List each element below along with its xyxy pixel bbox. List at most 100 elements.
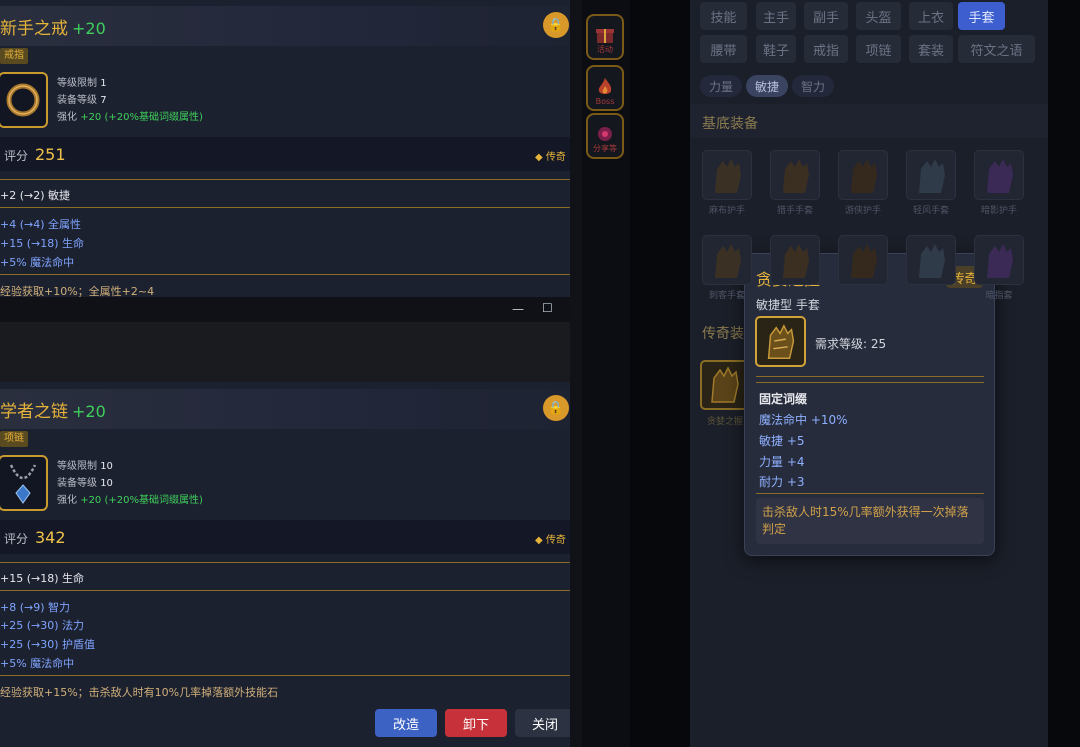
slot-tab[interactable]: 头盔 bbox=[856, 2, 901, 30]
item1-equip-level: 装备等级 7 bbox=[57, 95, 107, 106]
base-section-title: 基底装备 bbox=[702, 116, 758, 132]
item2-type-tag: 项链 bbox=[0, 431, 28, 447]
base-gear-slot[interactable] bbox=[702, 235, 752, 285]
attr-tab-int[interactable]: 智力 bbox=[792, 75, 834, 97]
gauntlet-icon bbox=[767, 323, 794, 359]
legend-item-slot[interactable] bbox=[700, 360, 750, 410]
rail-share-button[interactable]: 分享等 bbox=[586, 113, 624, 159]
tooltip-affix: 耐力 +3 bbox=[759, 475, 805, 489]
item2-score-bar bbox=[0, 520, 570, 554]
rail-label: 分享等 bbox=[593, 144, 617, 153]
item2-affix: +25 (→30) 护盾值 bbox=[0, 638, 96, 651]
glove-icon bbox=[715, 159, 741, 193]
item1-score-label: 评分 bbox=[4, 149, 29, 163]
slot-tab[interactable]: 副手 bbox=[804, 2, 848, 30]
gift-icon bbox=[596, 29, 614, 43]
necklace-icon bbox=[9, 464, 37, 504]
glove-icon bbox=[987, 244, 1013, 278]
slot-tab[interactable]: 腰带 bbox=[700, 35, 747, 63]
divider bbox=[0, 207, 570, 208]
slot-tab[interactable]: 套装 bbox=[909, 35, 953, 63]
item1-plus: +20 bbox=[72, 19, 106, 38]
item2-score: 342 bbox=[35, 528, 66, 547]
divider bbox=[756, 382, 984, 383]
item1-title: 新手之戒 +20 bbox=[0, 14, 106, 39]
tooltip-item-icon bbox=[755, 316, 806, 367]
base-gear-slot[interactable] bbox=[838, 235, 888, 285]
base-gear-slot[interactable] bbox=[702, 150, 752, 200]
item2-rarity: ◆ 传奇 bbox=[535, 535, 566, 546]
glove-icon bbox=[919, 159, 945, 193]
base-gear-slot[interactable] bbox=[906, 235, 956, 285]
glove-icon bbox=[851, 244, 877, 278]
glove-icon bbox=[851, 159, 877, 193]
item1-icon[interactable] bbox=[0, 72, 48, 128]
item2-main-affix: +15 (→18) 生命 bbox=[0, 572, 85, 585]
base-gear-slot[interactable] bbox=[838, 150, 888, 200]
item1-affix: +5% 魔法命中 bbox=[0, 256, 75, 269]
divider bbox=[0, 590, 570, 591]
item2-icon[interactable] bbox=[0, 455, 48, 511]
base-gear-slot[interactable] bbox=[974, 235, 1024, 285]
base-gear-slot[interactable] bbox=[770, 235, 820, 285]
slot-tab[interactable]: 项链 bbox=[856, 35, 901, 63]
maximize-button[interactable]: ☐ bbox=[542, 301, 553, 315]
glove-icon bbox=[919, 244, 945, 278]
item2-special: 经验获取+15%；击杀敌人时有10%几率掉落额外技能石 bbox=[0, 686, 279, 699]
fire-icon bbox=[598, 78, 612, 94]
base-gear-slot[interactable] bbox=[770, 150, 820, 200]
item2-level-req: 等级限制 10 bbox=[57, 461, 113, 472]
base-gear-label: 暗影护手 bbox=[980, 206, 1017, 216]
slot-tab[interactable]: 符文之语 bbox=[958, 35, 1035, 63]
slot-tab[interactable]: 鞋子 bbox=[756, 35, 796, 63]
item2-title: 学者之链 +20 bbox=[0, 397, 106, 422]
slot-tab[interactable]: 戒指 bbox=[804, 35, 848, 63]
base-gear-label: 轻风手套 bbox=[912, 206, 949, 216]
panel-separator bbox=[570, 0, 582, 747]
close-button[interactable]: 关闭 bbox=[515, 709, 570, 737]
base-gear-label: 麻布护手 bbox=[708, 206, 745, 216]
attr-tab-str[interactable]: 力量 bbox=[700, 75, 742, 97]
tooltip-subtype: 敏捷型 手套 bbox=[756, 298, 820, 312]
lock-icon[interactable]: 🔒 bbox=[543, 395, 569, 421]
base-gear-label: 猎手手套 bbox=[776, 206, 813, 216]
item2-plus: +20 bbox=[72, 402, 106, 421]
rail-label: Boss bbox=[595, 97, 615, 106]
base-gear-label: 暗指套 bbox=[985, 291, 1013, 301]
glove-icon bbox=[987, 159, 1013, 193]
tooltip-affix: 力量 +4 bbox=[759, 455, 805, 469]
reforge-button[interactable]: 改造 bbox=[375, 709, 437, 737]
item2-affix: +8 (→9) 智力 bbox=[0, 601, 71, 614]
divider bbox=[756, 376, 984, 377]
item1-rarity: ◆ 传奇 bbox=[535, 152, 566, 163]
divider bbox=[0, 179, 570, 180]
unequip-button[interactable]: 卸下 bbox=[445, 709, 507, 737]
base-gear-slot[interactable] bbox=[974, 150, 1024, 200]
item1-affix: +15 (→18) 生命 bbox=[0, 237, 85, 250]
gauntlet-icon bbox=[711, 366, 739, 403]
orb-icon bbox=[598, 127, 612, 141]
slot-tab[interactable]: 上衣 bbox=[909, 2, 953, 30]
base-gear-label: 游侠护手 bbox=[844, 206, 881, 216]
base-gear-slot[interactable] bbox=[906, 150, 956, 200]
glove-icon bbox=[715, 244, 741, 278]
attr-tab-dex[interactable]: 敏捷 bbox=[746, 75, 788, 97]
item2-affix: +25 (→30) 法力 bbox=[0, 619, 85, 632]
tooltip-affix: 魔法命中 +10% bbox=[759, 413, 848, 427]
item2-equip-level: 装备等级 10 bbox=[57, 478, 113, 489]
divider bbox=[756, 493, 984, 494]
rail-event-button[interactable]: 活动 bbox=[586, 14, 624, 60]
slot-tab[interactable]: 主手 bbox=[756, 2, 796, 30]
rail-label: 活动 bbox=[597, 45, 613, 54]
slot-tab[interactable]: 技能 bbox=[700, 2, 747, 30]
lock-icon[interactable]: 🔒 bbox=[543, 12, 569, 38]
tooltip-special: 击杀敌人时15%几率额外获得一次掉落判定 bbox=[762, 505, 969, 536]
minimize-button[interactable]: — bbox=[512, 302, 524, 316]
divider bbox=[0, 562, 570, 563]
item1-score: 251 bbox=[35, 145, 66, 164]
glove-icon bbox=[783, 159, 809, 193]
rail-boss-button[interactable]: Boss bbox=[586, 65, 624, 111]
tooltip-fixed-title: 固定词缀 bbox=[759, 392, 808, 406]
item1-type-tag: 戒指 bbox=[0, 48, 28, 64]
slot-tab[interactable]: 手套 bbox=[958, 2, 1005, 30]
